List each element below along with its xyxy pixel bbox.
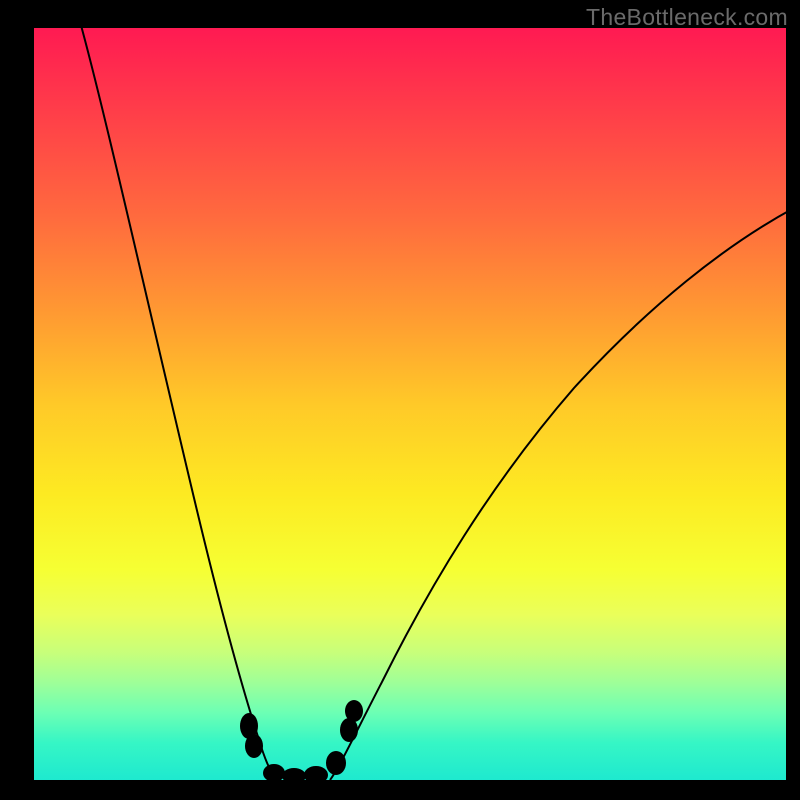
- marker-floor-1: [263, 764, 285, 782]
- curve-right-branch: [330, 208, 794, 780]
- plot-area: [34, 28, 786, 780]
- marker-left-lower: [245, 734, 263, 758]
- marker-floor-3: [304, 766, 328, 784]
- outer-frame: TheBottleneck.com: [0, 0, 800, 800]
- valley-markers: [240, 700, 363, 784]
- chart-svg: [34, 28, 786, 780]
- marker-floor-2: [282, 768, 306, 784]
- marker-right-lower: [326, 751, 346, 775]
- marker-right-upper-b: [345, 700, 363, 722]
- curve-left-branch: [79, 18, 278, 780]
- watermark-text: TheBottleneck.com: [586, 4, 788, 31]
